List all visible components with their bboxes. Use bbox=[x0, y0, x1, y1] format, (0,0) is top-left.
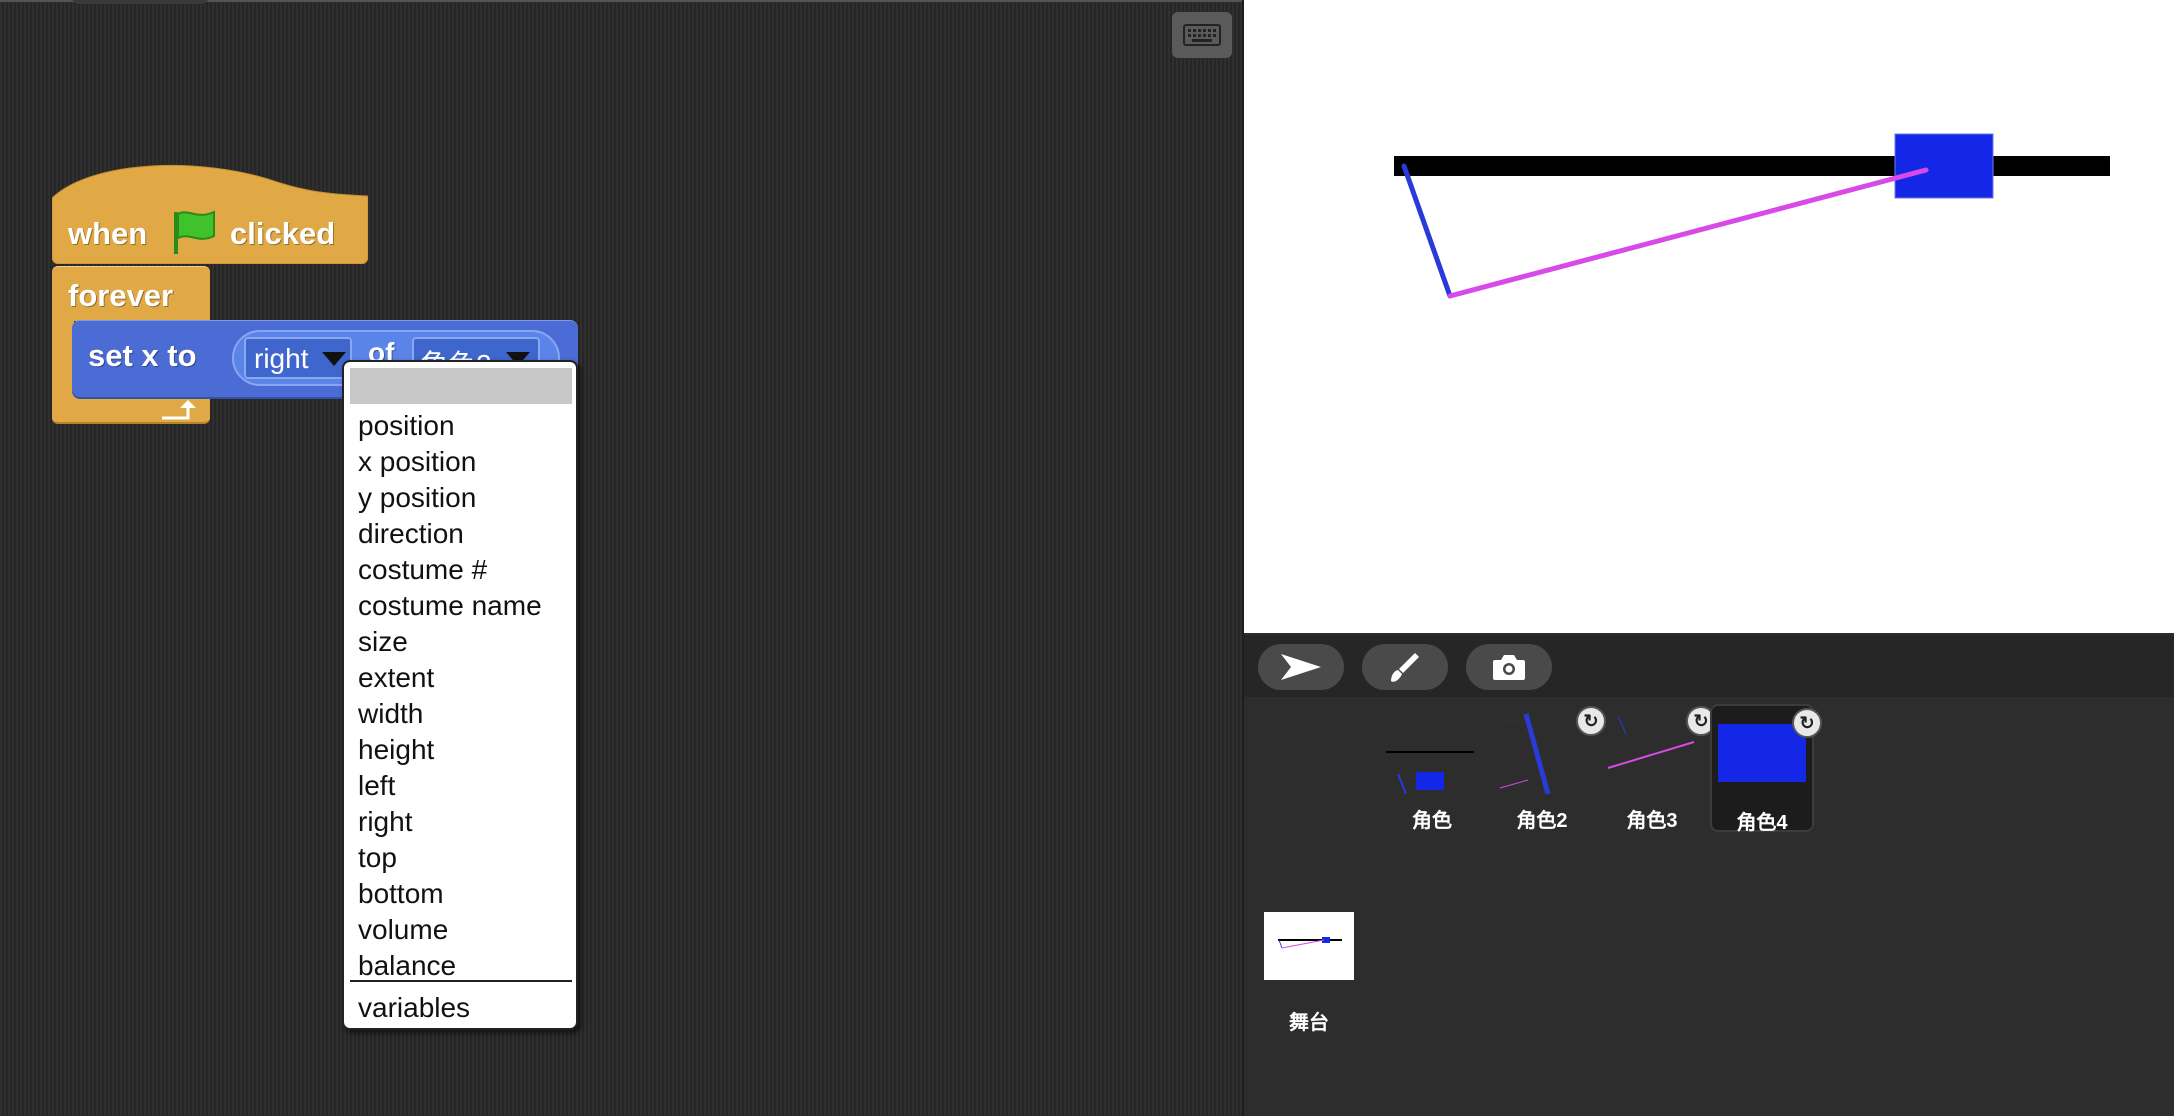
menu-item-extent[interactable]: extent bbox=[358, 660, 434, 696]
camera-icon bbox=[1493, 655, 1525, 680]
camera-sprite-button[interactable] bbox=[1466, 644, 1552, 690]
menu-item-costume-number[interactable]: costume # bbox=[358, 552, 487, 588]
scripting-area[interactable]: when clicked forever set x to right of 角… bbox=[0, 0, 1242, 1116]
menu-item-top[interactable]: top bbox=[358, 840, 397, 876]
set-x-label: set x to bbox=[88, 338, 197, 373]
stage-preview bbox=[1278, 937, 1342, 949]
menu-separator bbox=[350, 980, 572, 982]
menu-item-position[interactable]: position bbox=[358, 408, 455, 444]
menu-item-left[interactable]: left bbox=[358, 768, 395, 804]
stage-thumbnail[interactable] bbox=[1264, 912, 1354, 980]
menu-item-direction[interactable]: direction bbox=[358, 516, 464, 552]
green-flag-icon bbox=[174, 210, 215, 254]
menu-item-x-position[interactable]: x position bbox=[358, 444, 476, 480]
paintbrush-icon bbox=[1391, 653, 1419, 682]
menu-item-y-position[interactable]: y position bbox=[358, 480, 476, 516]
stage[interactable] bbox=[1244, 0, 2174, 633]
menu-item-height[interactable]: height bbox=[358, 732, 434, 768]
sprite-thumbnail-3[interactable]: ↻ 角色3 bbox=[1600, 704, 1716, 832]
keyboard-icon bbox=[1183, 24, 1221, 46]
menu-item-volume[interactable]: volume bbox=[358, 912, 448, 948]
menu-item-costume-name[interactable]: costume name bbox=[358, 588, 542, 624]
menu-item-bottom[interactable]: bottom bbox=[358, 876, 444, 912]
sprite-2-label: 角色2 bbox=[1516, 810, 1568, 832]
magenta-line-sprite bbox=[1447, 167, 1929, 299]
loop-arrow-icon bbox=[162, 400, 196, 420]
menu-item-size[interactable]: size bbox=[358, 624, 408, 660]
forever-label: forever bbox=[68, 278, 174, 313]
blue-box-sprite bbox=[1894, 133, 1994, 199]
paint-new-sprite-button[interactable] bbox=[1362, 644, 1448, 690]
turtle-icon bbox=[1281, 654, 1321, 680]
tab-remnant bbox=[70, 0, 210, 4]
stage-canvas bbox=[1394, 133, 2110, 299]
sprite-1-preview bbox=[1386, 751, 1474, 795]
menu-item-variables[interactable]: variables bbox=[358, 990, 470, 1026]
menu-item-width[interactable]: width bbox=[358, 696, 423, 732]
hat-when-label: when bbox=[68, 216, 148, 251]
sprite-4-label: 角色4 bbox=[1736, 812, 1788, 834]
menu-item-blank[interactable] bbox=[350, 368, 572, 404]
menu-item-balance[interactable]: balance bbox=[358, 948, 456, 984]
forever-arm bbox=[52, 318, 74, 398]
stage-label: 舞台 bbox=[1289, 1012, 1329, 1034]
blue-line-sprite bbox=[1401, 163, 1453, 299]
stage-bar-sprite bbox=[1394, 156, 2110, 176]
sprite-thumbnail-2[interactable]: ↻ 角色2 bbox=[1490, 704, 1606, 832]
sprite-1-label: 角色 bbox=[1412, 810, 1452, 832]
sprite-thumbnail-1[interactable]: 角色 bbox=[1380, 704, 1484, 832]
attribute-value: right bbox=[254, 343, 309, 374]
rotation-icon[interactable]: ↻ bbox=[1792, 708, 1822, 738]
attribute-dropdown-menu[interactable]: position x position y position direction… bbox=[342, 360, 578, 1030]
hat-clicked-label: clicked bbox=[230, 216, 336, 251]
add-turtle-sprite-button[interactable] bbox=[1258, 644, 1344, 690]
keyboard-entry-button[interactable] bbox=[1172, 12, 1232, 58]
sprite-thumbnail-4-selected[interactable]: ↻ 角色4 bbox=[1710, 704, 1822, 834]
menu-item-right[interactable]: right bbox=[358, 804, 412, 840]
sprite-3-label: 角色3 bbox=[1626, 810, 1678, 832]
